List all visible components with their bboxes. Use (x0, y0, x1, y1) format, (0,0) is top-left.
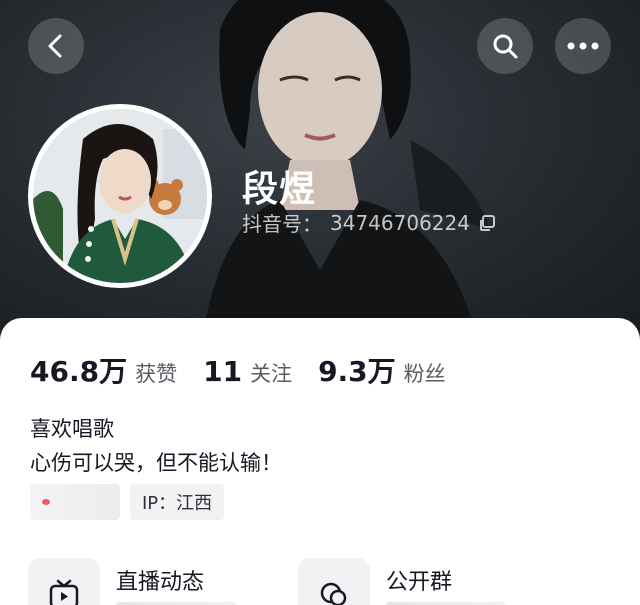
bio-line-1: 喜欢唱歌 (30, 417, 114, 441)
search-button[interactable] (477, 18, 533, 74)
group-chat-icon (298, 558, 370, 605)
search-icon (493, 34, 518, 59)
stat-followers-label: 粉丝 (403, 362, 446, 386)
stat-following-label: 关注 (250, 362, 293, 386)
live-feed-title: 直播动态 (116, 570, 205, 595)
tag-dot-icon (42, 499, 50, 505)
stats-row: 46.8万 获赞 11 关注 9.3万 粉丝 (30, 350, 472, 390)
account-id-label: 抖音号： (242, 212, 322, 236)
stat-followers-count: 9.3万 (318, 355, 396, 388)
bio: 喜欢唱歌 心伤可以哭，但不能认输！ (30, 412, 282, 480)
header-photo (201, 0, 490, 340)
profile-name: 段煜 (242, 169, 317, 210)
live-feed-entry[interactable]: 直播动态 (28, 558, 236, 605)
more-options-button[interactable] (555, 18, 611, 74)
blurred-tag[interactable] (30, 484, 120, 520)
profile-tags: IP：江西 (30, 484, 225, 520)
stat-likes[interactable]: 46.8万 获赞 (30, 350, 177, 390)
tv-icon (28, 558, 100, 605)
ip-location-tag[interactable]: IP：江西 (130, 484, 225, 520)
stat-likes-label: 获赞 (135, 362, 178, 386)
account-id-value: 34746706224 (330, 210, 470, 235)
account-id-row[interactable]: 抖音号： 34746706224 (242, 208, 496, 237)
profile-info-card: 46.8万 获赞 11 关注 9.3万 粉丝 喜欢唱歌 心伤可以哭，但不能认输！… (0, 318, 640, 605)
stat-following[interactable]: 11 关注 (203, 355, 292, 388)
back-button[interactable] (28, 18, 84, 74)
avatar-photo (33, 109, 207, 283)
public-group-title: 公开群 (386, 570, 453, 595)
more-dots-icon (567, 42, 599, 50)
stat-followers[interactable]: 9.3万 粉丝 (318, 350, 446, 390)
stat-following-count: 11 (203, 355, 243, 388)
stat-likes-count: 46.8万 (30, 355, 128, 388)
copy-icon[interactable] (478, 214, 496, 232)
chevron-left-icon (48, 34, 62, 58)
public-group-entry[interactable]: 公开群 (298, 558, 506, 605)
bio-line-2: 心伤可以哭，但不能认输！ (30, 451, 282, 475)
avatar[interactable] (28, 104, 212, 288)
